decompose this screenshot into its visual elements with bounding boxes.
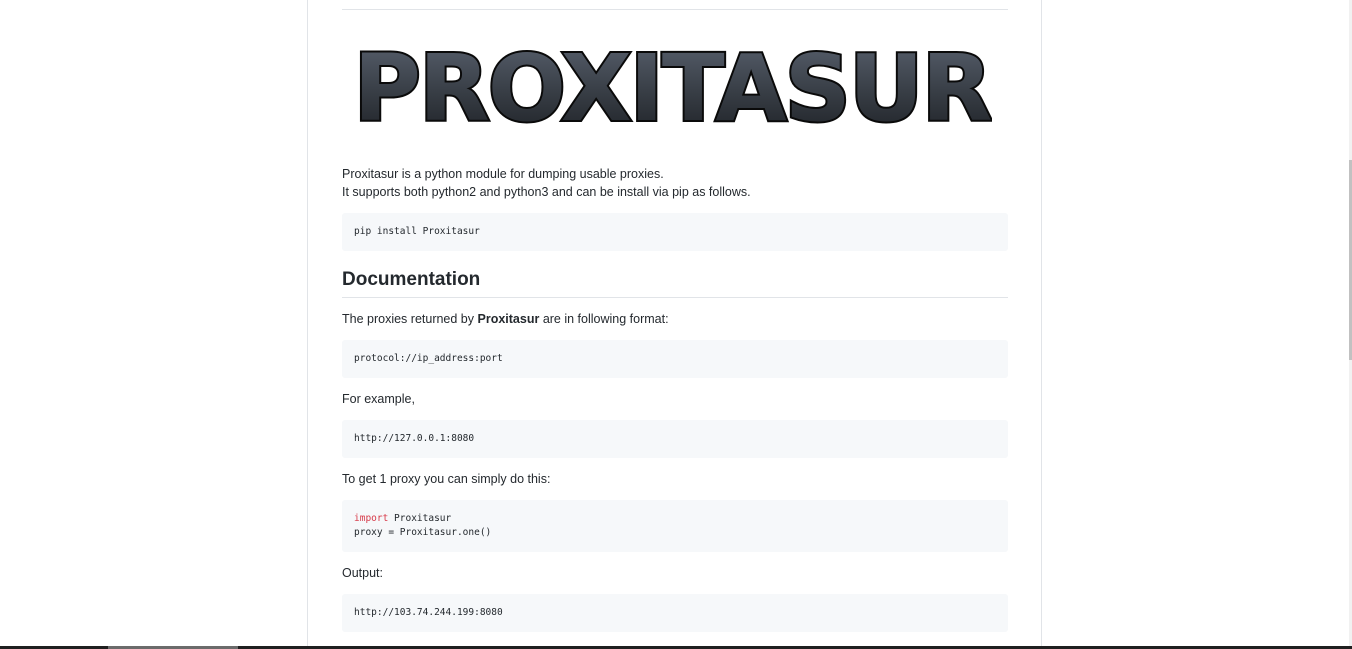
- format-bold-name: Proxitasur: [477, 312, 540, 326]
- proxitasur-logo: PROXITASUR: [352, 33, 992, 138]
- example-code-block[interactable]: http://127.0.0.1:8080: [342, 420, 1008, 458]
- format-code-block[interactable]: protocol://ip_address:port: [342, 340, 1008, 378]
- format-code: protocol://ip_address:port: [354, 353, 503, 364]
- get-one-code-line-1: import Proxitasur: [354, 512, 996, 526]
- get-one-code-line-2: proxy = Proxitasur.one(): [354, 527, 492, 538]
- format-description: The proxies returned by Proxitasur are i…: [342, 310, 669, 328]
- example-label: For example,: [342, 392, 415, 406]
- output-code-block[interactable]: http://103.74.244.199:8080: [342, 594, 1008, 632]
- import-module: Proxitasur: [388, 513, 452, 524]
- heading-divider: [342, 297, 1008, 298]
- output-label: Output:: [342, 566, 383, 580]
- top-divider: [342, 9, 1008, 10]
- page: PROXITASUR Proxitasur is a python module…: [0, 0, 1352, 649]
- install-code: pip install Proxitasur: [354, 226, 480, 237]
- intro-line-2: It supports both python2 and python3 and…: [342, 185, 751, 199]
- logo-text: PROXITASUR: [354, 35, 991, 138]
- readme-container: PROXITASUR Proxitasur is a python module…: [307, 0, 1042, 649]
- documentation-heading: Documentation: [342, 269, 481, 290]
- output-code: http://103.74.244.199:8080: [354, 607, 503, 618]
- example-code: http://127.0.0.1:8080: [354, 433, 475, 444]
- intro-line-1: Proxitasur is a python module for dumpin…: [342, 167, 664, 181]
- get-one-code-block[interactable]: import Proxitasur proxy = Proxitasur.one…: [342, 500, 1008, 552]
- get-one-label: To get 1 proxy you can simply do this:: [342, 472, 551, 486]
- install-code-block[interactable]: pip install Proxitasur: [342, 213, 1008, 251]
- format-prefix: The proxies returned by: [342, 312, 478, 326]
- import-keyword: import: [354, 513, 389, 524]
- format-suffix: are in following format:: [539, 312, 669, 326]
